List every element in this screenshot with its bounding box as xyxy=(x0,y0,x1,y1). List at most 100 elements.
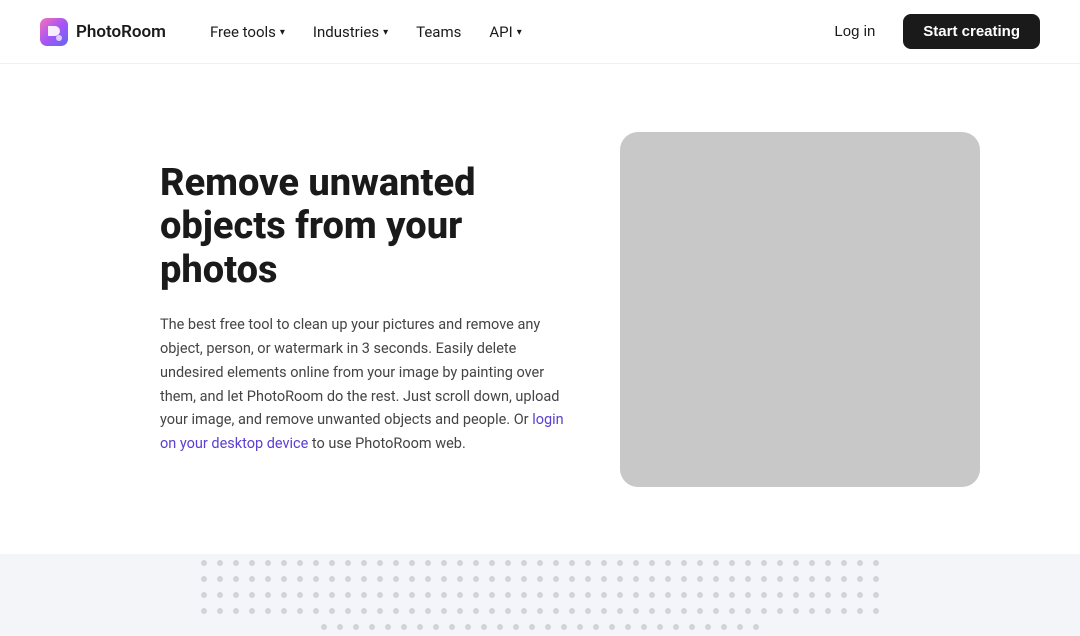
nav-link-api-label: API xyxy=(489,23,512,41)
logo-icon xyxy=(40,18,68,46)
decorative-dot xyxy=(585,560,591,566)
decorative-dot xyxy=(697,576,703,582)
decorative-dot xyxy=(505,592,511,598)
decorative-dot xyxy=(737,624,743,630)
decorative-dot xyxy=(337,624,343,630)
decorative-dot xyxy=(385,624,391,630)
decorative-dot xyxy=(249,608,255,614)
decorative-dot xyxy=(201,592,207,598)
decorative-dot xyxy=(297,608,303,614)
decorative-dot xyxy=(377,560,383,566)
decorative-dot xyxy=(673,624,679,630)
decorative-dot xyxy=(281,592,287,598)
decorative-dot xyxy=(513,624,519,630)
decorative-dot xyxy=(377,576,383,582)
decorative-dot xyxy=(569,560,575,566)
decorative-dot xyxy=(617,560,623,566)
decorative-dot xyxy=(809,560,815,566)
decorative-dot xyxy=(409,576,415,582)
decorative-dot xyxy=(473,592,479,598)
decorative-dot xyxy=(713,560,719,566)
decorative-dot xyxy=(617,576,623,582)
decorative-dot xyxy=(361,576,367,582)
decorative-dot xyxy=(729,560,735,566)
decorative-dot xyxy=(617,608,623,614)
decorative-dot xyxy=(505,608,511,614)
decorative-dot xyxy=(505,560,511,566)
decorative-dot xyxy=(425,576,431,582)
decorative-dot xyxy=(761,560,767,566)
decorative-dot xyxy=(233,560,239,566)
decorative-dot xyxy=(657,624,663,630)
decorative-dot xyxy=(489,560,495,566)
hero-description-text-1: The best free tool to clean up your pict… xyxy=(160,316,559,429)
decorative-dot xyxy=(401,624,407,630)
decorative-dot xyxy=(841,608,847,614)
nav-link-api[interactable]: API ▾ xyxy=(477,17,533,47)
decorative-dot xyxy=(329,608,335,614)
decorative-dot xyxy=(681,560,687,566)
decorative-dot xyxy=(601,576,607,582)
nav-links: Free tools ▾ Industries ▾ Teams API ▾ xyxy=(198,17,534,47)
decorative-dot xyxy=(793,576,799,582)
decorative-dot xyxy=(521,560,527,566)
decorative-dot xyxy=(841,560,847,566)
decorative-dot xyxy=(345,608,351,614)
decorative-dot xyxy=(809,576,815,582)
decorative-dot xyxy=(793,608,799,614)
decorative-dot xyxy=(569,608,575,614)
decorative-dot xyxy=(825,576,831,582)
decorative-dot xyxy=(201,560,207,566)
decorative-dot xyxy=(553,608,559,614)
decorative-dot xyxy=(745,592,751,598)
decorative-dot xyxy=(521,608,527,614)
logo-link[interactable]: PhotoRoom xyxy=(40,18,166,46)
decorative-dot xyxy=(345,592,351,598)
decorative-dot xyxy=(777,608,783,614)
nav-link-free-tools[interactable]: Free tools ▾ xyxy=(198,17,297,47)
decorative-dot xyxy=(281,608,287,614)
decorative-dot xyxy=(777,592,783,598)
decorative-dot xyxy=(473,576,479,582)
decorative-dot xyxy=(313,608,319,614)
decorative-dot xyxy=(617,592,623,598)
decorative-dot xyxy=(713,576,719,582)
decorative-dot xyxy=(665,576,671,582)
decorative-dot xyxy=(249,576,255,582)
decorative-dot xyxy=(369,624,375,630)
decorative-dot xyxy=(697,608,703,614)
nav-link-teams[interactable]: Teams xyxy=(404,17,473,47)
decorative-dot xyxy=(489,592,495,598)
decorative-dot xyxy=(417,624,423,630)
decorative-dot xyxy=(441,608,447,614)
decorative-dot xyxy=(537,576,543,582)
decorative-dot xyxy=(825,592,831,598)
decorative-dot xyxy=(481,624,487,630)
hero-section: Remove unwanted objects from your photos… xyxy=(0,64,1080,554)
decorative-dot xyxy=(457,576,463,582)
decorative-dot xyxy=(377,608,383,614)
decorative-dot xyxy=(665,592,671,598)
decorative-dot xyxy=(649,576,655,582)
decorative-dot xyxy=(425,608,431,614)
decorative-dot xyxy=(601,592,607,598)
decorative-dot xyxy=(249,560,255,566)
decorative-dot xyxy=(825,560,831,566)
chevron-down-icon: ▾ xyxy=(517,27,522,38)
decorative-dot xyxy=(609,624,615,630)
nav-link-industries[interactable]: Industries ▾ xyxy=(301,17,400,47)
decorative-dot xyxy=(745,608,751,614)
decorative-dot xyxy=(217,592,223,598)
decorative-dot xyxy=(361,592,367,598)
decorative-dot xyxy=(553,560,559,566)
decorative-dot xyxy=(745,576,751,582)
decorative-dot xyxy=(265,592,271,598)
decorative-dot xyxy=(441,592,447,598)
decorative-dot xyxy=(585,592,591,598)
login-button[interactable]: Log in xyxy=(818,16,891,47)
decorative-dot xyxy=(265,560,271,566)
decorative-dot xyxy=(857,608,863,614)
hero-description: The best free tool to clean up your pict… xyxy=(160,313,580,457)
decorative-dot xyxy=(561,624,567,630)
start-creating-button[interactable]: Start creating xyxy=(903,14,1040,49)
